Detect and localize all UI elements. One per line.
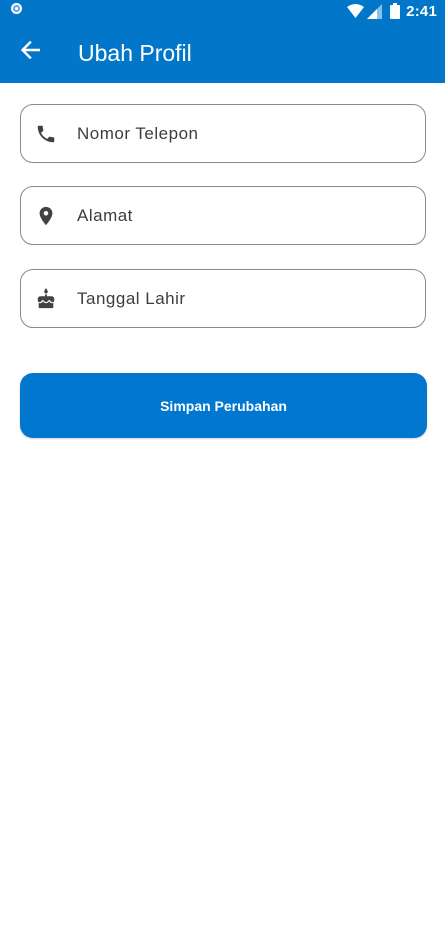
back-button[interactable] xyxy=(14,36,46,68)
birthdate-input[interactable] xyxy=(77,270,412,327)
cake-icon xyxy=(34,287,58,311)
phone-field[interactable] xyxy=(20,104,426,163)
birthdate-field[interactable] xyxy=(20,269,426,328)
notification-circle-icon xyxy=(11,3,22,14)
cell-signal-icon xyxy=(367,3,383,19)
status-bar: 2:41 xyxy=(0,0,445,22)
location-pin-icon xyxy=(34,204,58,228)
status-icons: 2:41 xyxy=(347,1,437,21)
phone-icon xyxy=(34,122,58,146)
page-title: Ubah Profil xyxy=(78,40,192,66)
wifi-icon xyxy=(347,4,365,18)
battery-icon xyxy=(390,3,401,19)
address-field[interactable] xyxy=(20,186,426,245)
save-changes-button[interactable]: Simpan Perubahan xyxy=(20,373,427,438)
arrow-left-icon xyxy=(20,40,41,65)
address-input[interactable] xyxy=(77,187,412,244)
edit-profile-screen: 2:41 Ubah Profil Nomor Telepon Alamat Ta… xyxy=(0,0,445,932)
status-time: 2:41 xyxy=(406,2,437,20)
app-bar: Ubah Profil xyxy=(0,22,445,83)
phone-input[interactable] xyxy=(77,105,412,162)
